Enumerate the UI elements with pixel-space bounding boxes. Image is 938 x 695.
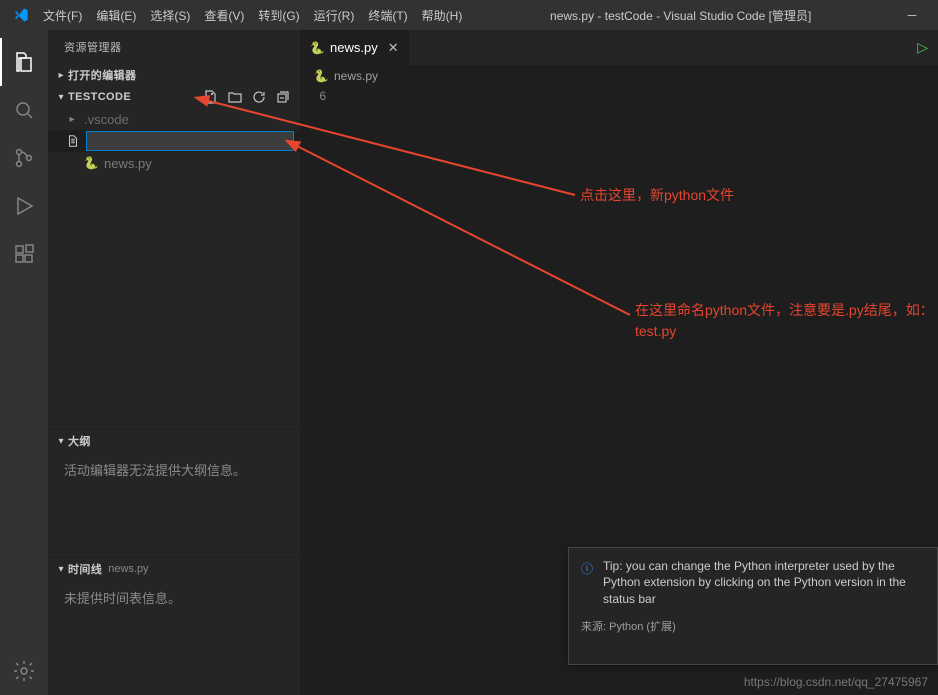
line-number: 6 <box>300 87 326 105</box>
chevron-right-icon: ▸ <box>54 70 68 81</box>
folder-tree: ▸ .vscode 🐍 news.py <box>48 108 300 174</box>
run-file-icon[interactable]: ▷ <box>917 39 928 56</box>
new-folder-icon[interactable] <box>226 88 244 106</box>
sidebar-explorer: 资源管理器 ▸ 打开的编辑器 ▾ TESTCODE <box>48 30 300 695</box>
window-controls: ─ <box>892 0 932 30</box>
notification-source-prefix: 来源: <box>581 621 609 633</box>
section-timeline: ▾ 时间线 news.py 未提供时间表信息。 <box>48 557 300 695</box>
vscode-logo-icon <box>12 6 30 24</box>
tree-dir-vscode[interactable]: ▸ .vscode <box>48 108 300 130</box>
folder-label: TESTCODE <box>68 91 131 103</box>
tab-close-icon[interactable]: ✕ <box>388 40 399 56</box>
titlebar: 文件(F) 编辑(E) 选择(S) 查看(V) 转到(G) 运行(R) 终端(T… <box>0 0 938 30</box>
menu-file[interactable]: 文件(F) <box>36 7 89 24</box>
new-file-icon[interactable] <box>202 88 220 106</box>
refresh-icon[interactable] <box>250 88 268 106</box>
annotation-1: 点击这里，新python文件 <box>580 185 734 206</box>
menu-terminal[interactable]: 终端(T) <box>361 7 414 24</box>
menu-run[interactable]: 运行(R) <box>307 7 362 24</box>
tree-file-label: news.py <box>104 156 152 171</box>
editor-gutter: 6 <box>300 87 336 105</box>
file-icon <box>66 134 80 148</box>
open-editors-header[interactable]: ▸ 打开的编辑器 <box>48 64 300 86</box>
chevron-down-icon: ▾ <box>54 564 68 575</box>
activity-search-icon[interactable] <box>0 86 48 134</box>
activity-debug-icon[interactable] <box>0 182 48 230</box>
watermark-text: https://blog.csdn.net/qq_27475967 <box>744 675 928 689</box>
menu-select[interactable]: 选择(S) <box>143 7 197 24</box>
outline-empty-text: 活动编辑器无法提供大纲信息。 <box>48 452 300 487</box>
tab-bar: 🐍 news.py ✕ ▷ <box>300 30 938 65</box>
section-folder: ▾ TESTCODE <box>48 86 300 174</box>
menu-help[interactable]: 帮助(H) <box>415 7 470 24</box>
python-file-icon: 🐍 <box>310 41 324 55</box>
python-file-icon: 🐍 <box>84 156 98 170</box>
chevron-right-icon: ▸ <box>66 114 78 125</box>
annotation-2: 在这里命名python文件，注意要是.py结尾，如：test.py <box>635 300 935 342</box>
notification-toast[interactable]: ⓘ Tip: you can change the Python interpr… <box>568 547 938 665</box>
chevron-down-icon: ▾ <box>54 436 68 447</box>
info-icon: ⓘ <box>581 560 595 608</box>
section-open-editors: ▸ 打开的编辑器 <box>48 64 300 86</box>
tab-news-py[interactable]: 🐍 news.py ✕ <box>300 30 410 65</box>
menu-view[interactable]: 查看(V) <box>197 7 251 24</box>
python-file-icon: 🐍 <box>314 69 328 83</box>
menu-goto[interactable]: 转到(G) <box>251 7 306 24</box>
breadcrumb-file: news.py <box>334 69 378 83</box>
activity-explorer-icon[interactable] <box>0 38 48 86</box>
menu-edit[interactable]: 编辑(E) <box>89 7 143 24</box>
tree-dir-label: .vscode <box>84 112 129 127</box>
timeline-header[interactable]: ▾ 时间线 news.py <box>48 558 300 580</box>
timeline-label: 时间线 <box>68 561 102 577</box>
open-editors-label: 打开的编辑器 <box>68 67 136 83</box>
tab-label: news.py <box>330 40 378 55</box>
notification-text: Tip: you can change the Python interpret… <box>603 558 925 608</box>
activity-scm-icon[interactable] <box>0 134 48 182</box>
sidebar-title: 资源管理器 <box>48 30 300 64</box>
collapse-all-icon[interactable] <box>274 88 292 106</box>
folder-header[interactable]: ▾ TESTCODE <box>48 86 300 108</box>
section-outline: ▾ 大纲 活动编辑器无法提供大纲信息。 <box>48 429 300 557</box>
tree-new-file-input-row[interactable] <box>48 130 300 152</box>
outline-label: 大纲 <box>68 433 91 449</box>
chevron-down-icon: ▾ <box>54 92 68 103</box>
outline-header[interactable]: ▾ 大纲 <box>48 430 300 452</box>
timeline-empty-text: 未提供时间表信息。 <box>48 580 300 615</box>
activity-bar <box>0 30 48 695</box>
window-minimize-icon[interactable]: ─ <box>892 0 932 30</box>
editor-area: 🐍 news.py ✕ ▷ 🐍 news.py 6 <box>300 30 938 695</box>
breadcrumb[interactable]: 🐍 news.py <box>300 65 938 87</box>
new-file-name-input[interactable] <box>86 131 294 151</box>
activity-extensions-icon[interactable] <box>0 230 48 278</box>
notification-source: Python (扩展) <box>609 621 676 633</box>
activity-settings-icon[interactable] <box>0 647 48 695</box>
window-title: news.py - testCode - Visual Studio Code … <box>469 7 892 24</box>
timeline-sub: news.py <box>108 563 148 575</box>
tree-file-news[interactable]: 🐍 news.py <box>48 152 300 174</box>
